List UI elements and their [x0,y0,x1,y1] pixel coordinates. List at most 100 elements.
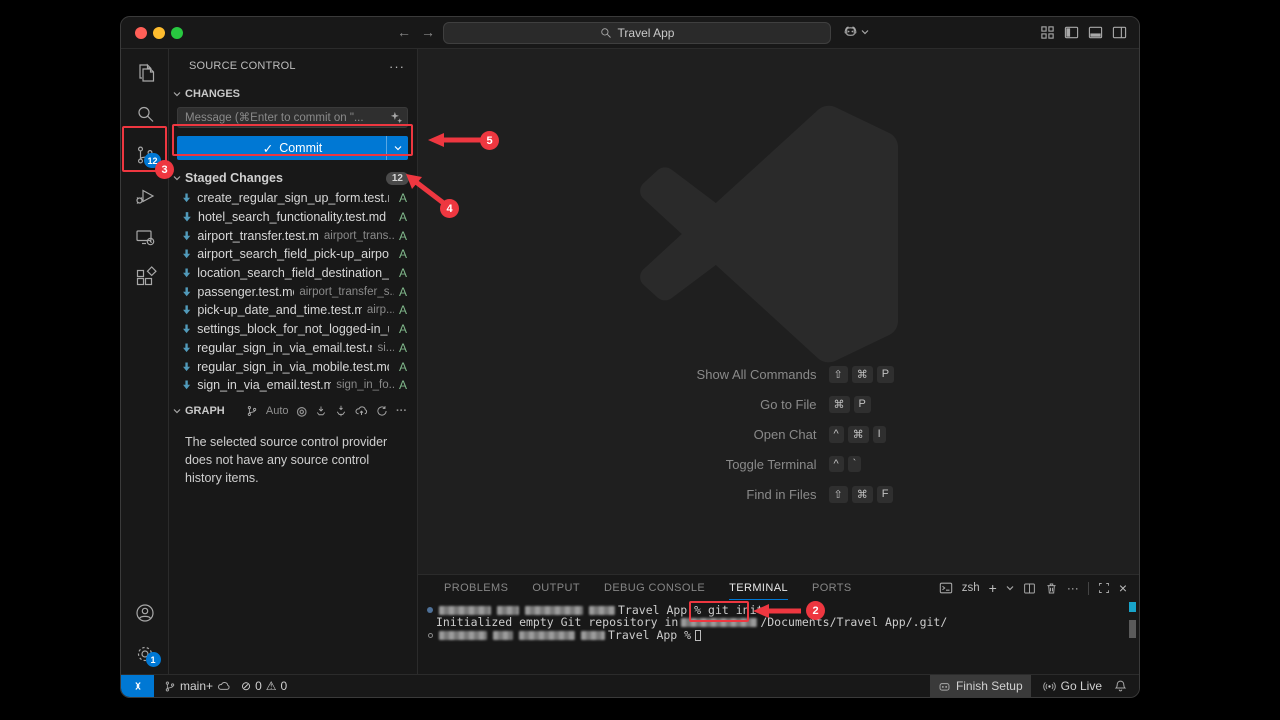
pull-icon[interactable] [335,405,347,417]
command-decoration-icon[interactable] [424,607,436,613]
file-row[interactable]: passenger.test.md airport_transfer_s... … [169,282,417,301]
staged-changes-header[interactable]: Staged Changes 12 [169,167,417,189]
copilot-menu[interactable] [843,24,869,39]
changes-section-header[interactable]: CHANGES [169,83,417,105]
git-status-added: A [399,341,407,355]
file-row[interactable]: airport_search_field_pick-up_airpor... A [169,245,417,264]
markdown-file-icon [181,211,193,223]
git-output-post: /Documents/Travel App/.git/ [760,616,947,628]
markdown-file-icon [181,342,192,354]
extensions-icon[interactable] [121,257,169,298]
file-name: regular_sign_in_via_email.test.md [197,341,372,355]
file-row[interactable]: regular_sign_in_via_mobile.test.md... A [169,357,417,376]
key-cmd: ⌘ [852,366,873,383]
git-status-added: A [399,360,407,374]
graph-more-actions-icon[interactable]: ··· [396,405,407,417]
close-panel-icon[interactable]: × [1119,580,1127,596]
key-cmd: ⌘ [852,486,873,503]
terminal-content[interactable]: Travel App % git init Initialized empty … [418,601,1139,674]
zoom-window-button[interactable] [171,27,183,39]
source-control-icon[interactable]: 12 [121,134,169,175]
navigate-back-icon[interactable]: ← [397,24,411,40]
push-cloud-icon[interactable] [355,404,368,417]
file-row[interactable]: settings_block_for_not_logged-in_u... A [169,320,417,339]
warning-icon: ⚠ [266,679,277,693]
file-path: airp... [367,304,394,316]
git-status-added: A [399,303,407,317]
panel-more-actions-icon[interactable]: ··· [1067,581,1079,595]
changes-label: CHANGES [185,88,240,100]
file-row[interactable]: airport_transfer.test.md airport_trans..… [169,226,417,245]
chevron-down-icon[interactable] [1006,585,1014,591]
file-name: passenger.test.md [197,285,294,299]
more-actions-icon[interactable]: ··· [389,59,405,74]
key-ctrl: ^ [829,456,844,472]
terminal-scrollbar-thumb[interactable] [1129,620,1136,638]
maximize-panel-icon[interactable] [1098,582,1110,594]
vscode-watermark-logo [640,105,898,363]
sparkle-ai-icon[interactable] [390,111,403,124]
tab-problems[interactable]: PROBLEMS [444,575,508,601]
settings-gear-icon[interactable]: 1 [121,633,169,674]
graph-section-header[interactable]: GRAPH Auto ◎ ··· [169,399,417,423]
accounts-icon[interactable] [121,592,169,633]
chevron-down-icon [173,91,181,97]
file-row[interactable]: pick-up_date_and_time.test.md airp... A [169,301,417,320]
commit-dropdown-button[interactable] [386,136,408,160]
command-center-search[interactable]: Travel App [443,22,831,44]
navigate-forward-icon[interactable]: → [421,24,435,40]
git-output-pre: Initialized empty Git repository in [436,616,678,628]
graph-auto-label[interactable]: Auto [266,405,289,417]
toggle-secondary-sidebar-icon[interactable] [1112,25,1127,40]
markdown-file-icon [181,379,192,391]
file-path: sign_in_fo... [336,379,394,391]
refresh-icon[interactable] [376,405,388,417]
problems-status-item[interactable]: ⊘ 0 ⚠ 0 [241,679,287,693]
chevron-down-icon [173,175,181,181]
customize-layout-icon[interactable] [1040,25,1055,40]
tab-debug-console[interactable]: DEBUG CONSOLE [604,575,705,601]
repo-branch-icon[interactable] [246,405,258,417]
remote-explorer-icon[interactable] [121,216,169,257]
branch-status-item[interactable]: main+ [164,679,231,693]
file-row[interactable]: sign_in_via_email.test.md sign_in_fo... … [169,376,417,395]
explorer-icon[interactable] [121,52,169,93]
minimize-window-button[interactable] [153,27,165,39]
file-name: hotel_search_functionality.test.md [198,210,386,224]
file-row[interactable]: regular_sign_in_via_email.test.md si... … [169,339,417,358]
git-branch-icon [164,680,176,693]
commit-message-input[interactable] [177,107,408,128]
file-row[interactable]: location_search_field_destination_l... A [169,264,417,283]
remote-indicator[interactable] [121,675,154,697]
tab-output[interactable]: OUTPUT [532,575,580,601]
split-terminal-icon[interactable] [1023,582,1036,595]
close-window-button[interactable] [135,27,147,39]
shortcut-label: Open Chat [579,427,829,442]
toggle-panel-icon[interactable] [1088,25,1103,40]
search-sidebar-icon[interactable] [121,93,169,134]
go-live-button[interactable]: Go Live [1043,679,1102,693]
tab-terminal[interactable]: TERMINAL [729,575,788,601]
run-debug-icon[interactable] [121,175,169,216]
key-letter: I [873,426,886,443]
file-path: airport_transfer_s... [299,286,394,298]
redacted-text [497,606,519,615]
fetch-icon[interactable] [315,405,327,417]
file-row[interactable]: hotel_search_functionality.test.md A [169,208,417,227]
finish-setup-button[interactable]: Finish Setup [930,675,1031,697]
command-decoration-icon[interactable] [424,633,436,638]
new-terminal-icon[interactable]: + [989,580,997,596]
file-row[interactable]: create_regular_sign_up_form.test.md A [169,189,417,208]
kill-terminal-trash-icon[interactable] [1045,582,1058,595]
vscode-window: ← → Travel App [120,16,1140,698]
toggle-primary-sidebar-icon[interactable] [1064,25,1079,40]
shell-label[interactable]: zsh [962,582,980,594]
git-status-added: A [399,322,407,336]
publish-cloud-icon [217,680,231,693]
status-bar: main+ ⊘ 0 ⚠ 0 Finish Setup Go Live [121,674,1139,697]
file-name: create_regular_sign_up_form.test.md [197,191,389,205]
commit-button[interactable]: ✓ Commit [177,136,408,160]
tab-ports[interactable]: PORTS [812,575,852,601]
notifications-bell-icon[interactable] [1114,679,1127,693]
target-icon[interactable]: ◎ [297,404,307,418]
